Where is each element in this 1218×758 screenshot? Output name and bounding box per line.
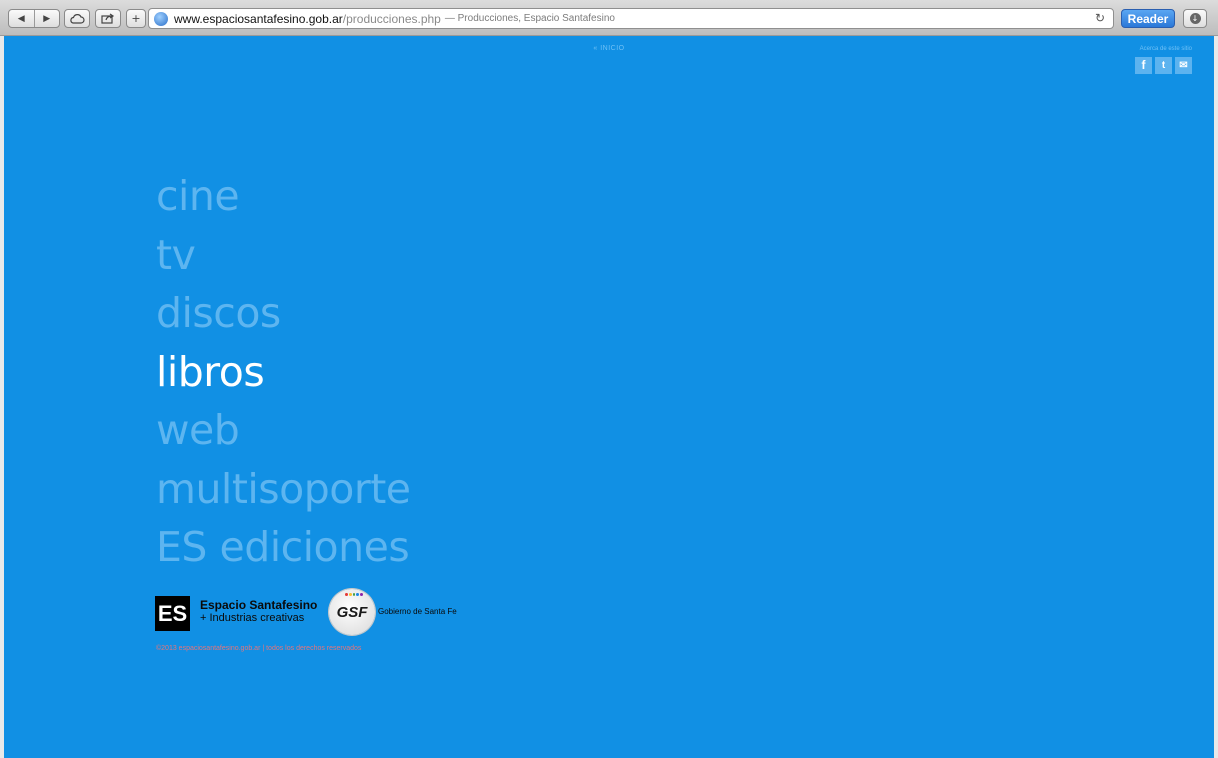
add-bookmark-button[interactable]: +: [126, 9, 146, 28]
gsf-dots-icon: [345, 593, 363, 600]
menu-item-es-ediciones[interactable]: ES ediciones: [156, 518, 411, 577]
browser-toolbar: ◀ ▶ + www.espaciosantafesino.gob.ar /pro…: [0, 0, 1218, 36]
es-tagline: + Industrias creativas: [200, 612, 305, 624]
forward-icon[interactable]: ▶: [34, 14, 59, 24]
social-links: f t ✉: [1135, 57, 1192, 74]
cloud-icon: [70, 13, 85, 24]
about-link[interactable]: Acerca de este sitio: [1140, 46, 1192, 52]
download-icon: ↓: [1189, 13, 1201, 24]
url-path: /producciones.php: [342, 11, 441, 26]
back-forward-buttons[interactable]: ◀ ▶: [8, 9, 60, 28]
menu-item-cine[interactable]: cine: [156, 167, 411, 226]
back-icon[interactable]: ◀: [9, 14, 34, 24]
menu-item-libros[interactable]: libros: [156, 343, 411, 402]
twitter-icon[interactable]: t: [1155, 57, 1172, 74]
url-domain: www.espaciosantafesino.gob.ar: [174, 11, 343, 26]
productions-menu: cine tv discos libros web multisoporte E…: [156, 167, 411, 577]
home-link[interactable]: « INICIO: [4, 45, 1214, 52]
menu-item-web[interactable]: web: [156, 401, 411, 460]
icloud-tabs-button[interactable]: [64, 9, 90, 28]
menu-item-tv[interactable]: tv: [156, 226, 411, 285]
copyright-text: ©2013 espaciosantafesino.gob.ar | todos …: [156, 645, 362, 652]
page-content: « INICIO Acerca de este sitio f t ✉ cine…: [4, 36, 1214, 758]
menu-item-discos[interactable]: discos: [156, 284, 411, 343]
facebook-icon[interactable]: f: [1135, 57, 1152, 74]
menu-item-multisoporte[interactable]: multisoporte: [156, 460, 411, 519]
es-name: Espacio Santafesino: [200, 598, 318, 612]
reload-icon[interactable]: ↻: [1095, 11, 1105, 25]
share-icon: [101, 13, 115, 24]
mail-icon[interactable]: ✉: [1175, 57, 1192, 74]
share-button[interactable]: [95, 9, 121, 28]
reader-button[interactable]: Reader: [1121, 9, 1175, 28]
page-title: — Producciones, Espacio Santafesino: [444, 13, 615, 24]
gsf-name: Gobierno de Santa Fe: [378, 607, 457, 616]
address-bar[interactable]: www.espaciosantafesino.gob.ar /produccio…: [148, 8, 1114, 29]
globe-icon: [154, 11, 168, 26]
espacio-santafesino-text: Espacio Santafesino + Industrias creativ…: [200, 599, 317, 625]
espacio-santafesino-logo[interactable]: ES: [155, 596, 190, 631]
downloads-button[interactable]: ↓: [1183, 9, 1207, 28]
